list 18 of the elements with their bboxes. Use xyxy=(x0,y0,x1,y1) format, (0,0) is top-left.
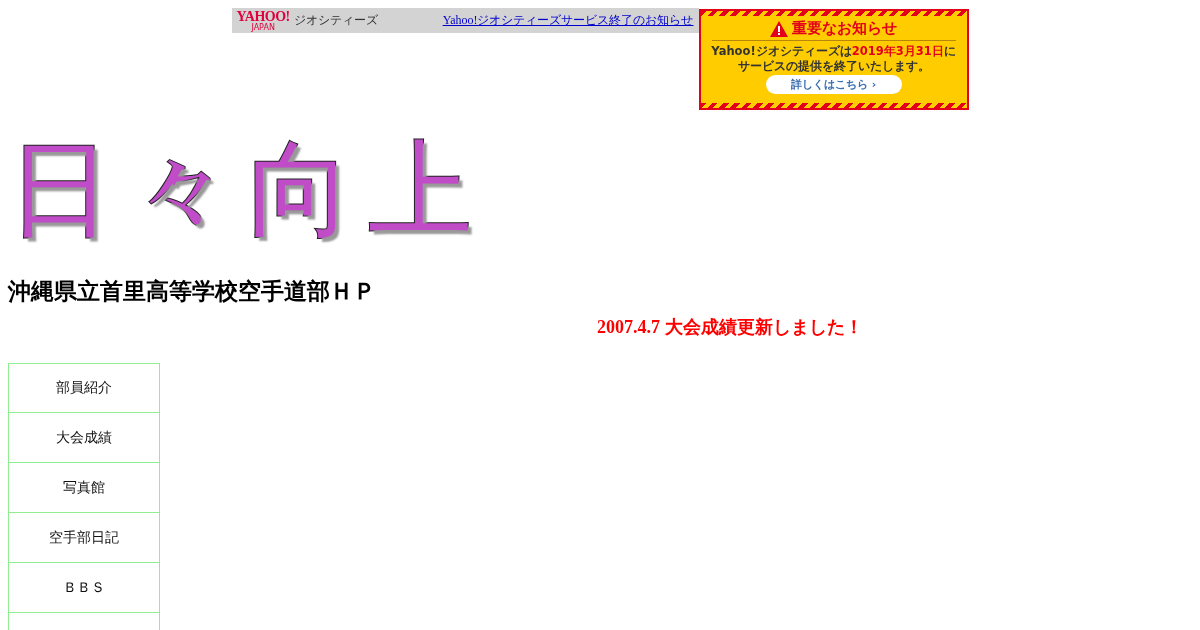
banner-title: 重要なお知らせ xyxy=(792,19,897,38)
notice-link[interactable]: Yahoo!ジオシティーズサービス終了のお知らせ xyxy=(442,12,694,29)
banner-message: 2019年3月31日 xyxy=(851,44,944,58)
details-button[interactable]: 詳しくはこちら › xyxy=(765,75,902,94)
logo: YAHOO! JAPAN xyxy=(236,9,290,32)
nav-item[interactable]: 空手部日記 xyxy=(8,513,160,563)
page-heading: 沖縄県立首里高等学校空手道部ＨＰ xyxy=(8,277,377,306)
banner-message: サービスの提供を終了いたします。 xyxy=(736,59,931,74)
warning-icon xyxy=(770,20,788,37)
site-title: 日々向上 xyxy=(8,128,489,250)
nav-item[interactable]: ＢＢＳ xyxy=(8,563,160,613)
nav-item[interactable]: 大会成績 xyxy=(8,413,160,463)
banner-message: Yahoo!ジオシティーズは xyxy=(711,44,852,58)
nav-item[interactable]: 部員紹介 xyxy=(8,363,160,413)
nav-item[interactable]: 写真館 xyxy=(8,463,160,513)
banner-message: に xyxy=(943,44,956,58)
update-notice: 2007.4.7 大会成績更新しました！ xyxy=(597,317,863,337)
service-name: ジオシティーズ xyxy=(293,12,378,29)
